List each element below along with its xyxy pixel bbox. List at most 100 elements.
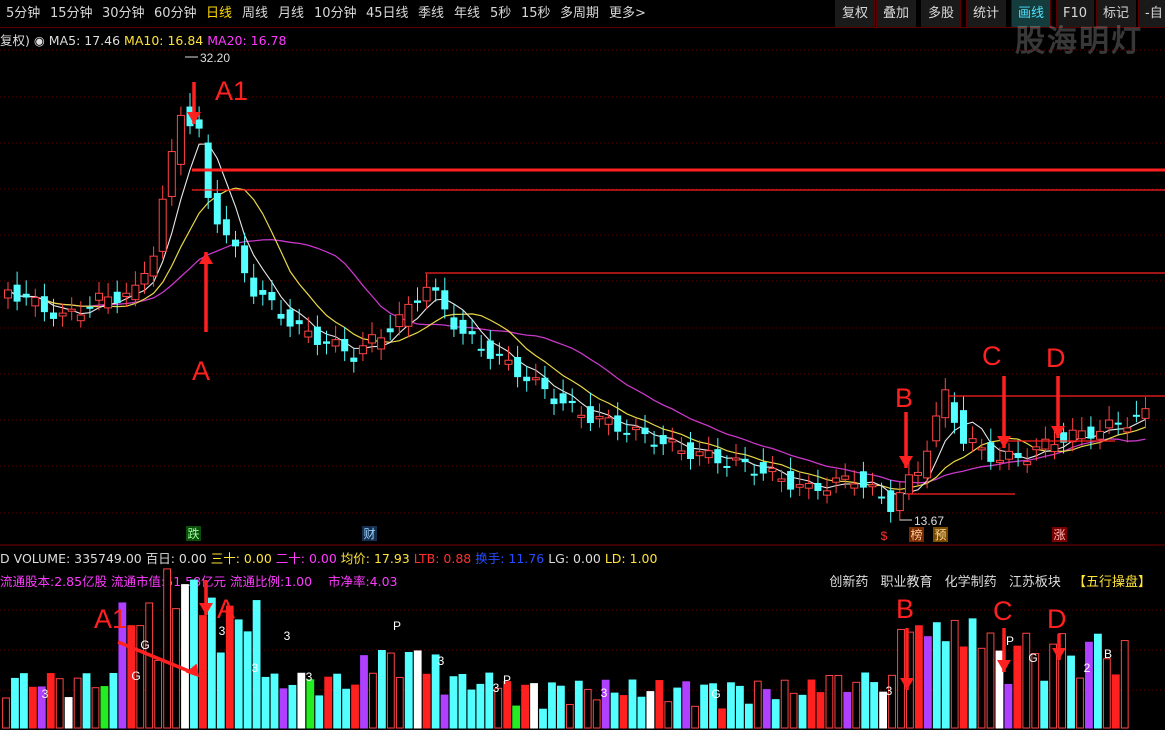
volume-bar (655, 680, 664, 729)
candle-body (631, 426, 640, 431)
candle-body (504, 359, 513, 365)
volume-bar (369, 672, 377, 729)
volume-bar (476, 683, 485, 729)
volume-bar (386, 652, 395, 729)
volume-bar (28, 686, 37, 729)
candle-body (358, 345, 367, 355)
candle-body (477, 348, 485, 351)
volume-bar (306, 679, 315, 729)
candle-body (86, 306, 94, 309)
volume-bar (798, 694, 807, 729)
volume-bar (458, 673, 467, 729)
volume-bar (673, 687, 682, 729)
candle-body (368, 334, 376, 344)
volume-bar (190, 579, 198, 729)
candle-body (687, 442, 694, 460)
candle-body (723, 465, 731, 468)
arrow-b-head (899, 456, 913, 468)
volume-bar (199, 615, 207, 729)
volume-bar (207, 597, 216, 729)
volume-mark: P (1006, 634, 1014, 648)
tag-yu: 预 (934, 528, 946, 542)
candle-body (878, 496, 886, 499)
volume-mark: 3 (493, 681, 500, 695)
candle-body (1077, 430, 1086, 440)
volume-mark: 3 (601, 686, 608, 700)
candle-body (1105, 419, 1114, 429)
candle-body (768, 467, 777, 473)
volume-bar (941, 641, 950, 729)
volume-bar (154, 659, 163, 729)
volume-bar (932, 622, 941, 729)
kline-chart[interactable]: 32.2013.67A1ABC D跌财 $ 榜预涨3GG3333P33P3 G 3PG2B… (0, 0, 1165, 730)
candle-body (960, 410, 967, 444)
candle-body (158, 198, 167, 252)
volume-bar (736, 685, 744, 729)
candle-body (422, 286, 431, 302)
volume-bar (100, 686, 109, 729)
candle-body (395, 314, 404, 328)
volume-mark: 3 (219, 624, 226, 638)
volume-bar (82, 673, 91, 729)
volume-bar (825, 675, 834, 729)
volume-bar (1067, 655, 1075, 729)
candle-body (895, 492, 904, 512)
candle-body (131, 284, 140, 301)
candle-body (295, 320, 303, 325)
volume-bar (1094, 633, 1102, 729)
candle-body (1005, 450, 1013, 460)
candle-body (1014, 452, 1022, 459)
ma10-line (7, 187, 1146, 491)
candle-body (277, 313, 285, 319)
volume-bar (55, 678, 64, 729)
volume-bar (521, 684, 530, 729)
candle-body (841, 475, 850, 480)
vol-label-b: B (896, 594, 914, 624)
volume-mark: B (1104, 647, 1112, 661)
candle-body (268, 292, 276, 301)
volume-bar (718, 708, 726, 729)
volume-bar (834, 674, 843, 729)
volume-bar (1111, 674, 1120, 729)
candle-body (659, 435, 667, 445)
volume-bar (807, 679, 816, 729)
volume-bar (548, 682, 556, 729)
candle-body (923, 450, 932, 479)
candle-body (195, 119, 203, 129)
volume-mark: 3 (438, 654, 445, 668)
volume-bar (1049, 643, 1058, 729)
volume-bar (1120, 640, 1129, 729)
volume-bar (870, 682, 879, 729)
candle-body (668, 439, 677, 443)
volume-bar (2, 697, 10, 729)
volume-bar (145, 602, 154, 729)
candle-body (1023, 461, 1032, 466)
candle-body (814, 482, 822, 491)
candle-body (140, 273, 149, 285)
volume-bar (91, 687, 100, 729)
label-d: D (1046, 343, 1066, 373)
volume-bar (789, 692, 798, 729)
label-a: A (192, 356, 210, 386)
volume-bar (780, 679, 789, 729)
candle-body (714, 449, 722, 464)
ma20-line (7, 238, 1146, 484)
volume-bar (574, 680, 583, 729)
volume-bar (395, 676, 404, 729)
volume-bar (744, 703, 753, 729)
volume-mark: 3 (42, 687, 49, 701)
volume-bar (1076, 677, 1084, 729)
candle-body (641, 427, 649, 435)
volume-bar (691, 705, 700, 729)
volume-bar (637, 696, 646, 729)
candle-body (531, 377, 540, 381)
candle-body (677, 450, 686, 454)
volume-bar (324, 676, 333, 729)
candle-body (250, 277, 258, 297)
candle-body (987, 442, 995, 462)
volume-mark: 2 (1084, 661, 1091, 675)
candle-body (823, 490, 831, 496)
volume-bar (959, 646, 968, 729)
candle-body (1068, 429, 1077, 443)
volume-bar (216, 652, 225, 729)
